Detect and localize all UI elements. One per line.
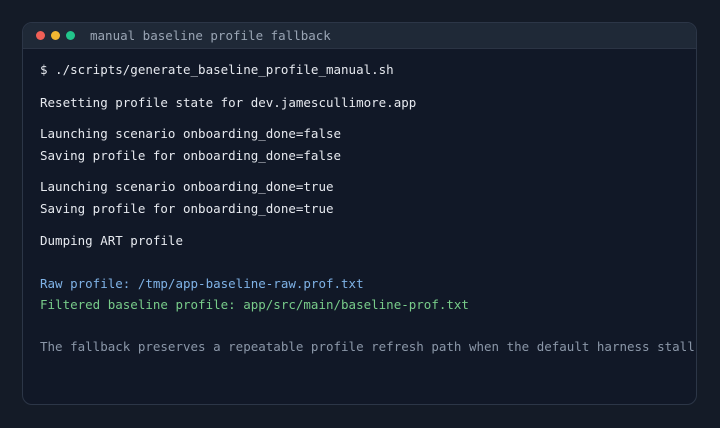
close-window-icon[interactable]	[36, 31, 45, 40]
terminal-window: manual baseline profile fallback $ ./scr…	[22, 22, 697, 405]
output-launch-true: Launching scenario onboarding_done=true	[40, 179, 334, 194]
maximize-window-icon[interactable]	[66, 31, 75, 40]
command-line: $ ./scripts/generate_baseline_profile_ma…	[40, 62, 394, 77]
output-reset: Resetting profile state for dev.jamescul…	[40, 95, 417, 110]
filtered-profile-path: Filtered baseline profile: app/src/main/…	[40, 297, 469, 312]
output-launch-false: Launching scenario onboarding_done=false	[40, 126, 342, 141]
output-save-false: Saving profile for onboarding_done=false	[40, 148, 342, 163]
output-dump: Dumping ART profile	[40, 233, 183, 248]
minimize-window-icon[interactable]	[51, 31, 60, 40]
window-title: manual baseline profile fallback	[90, 28, 331, 43]
output-save-true: Saving profile for onboarding_done=true	[40, 201, 334, 216]
raw-profile-path: Raw profile: /tmp/app-baseline-raw.prof.…	[40, 276, 364, 291]
title-bar: manual baseline profile fallback	[23, 23, 696, 49]
fallback-note: The fallback preserves a repeatable prof…	[40, 339, 697, 354]
